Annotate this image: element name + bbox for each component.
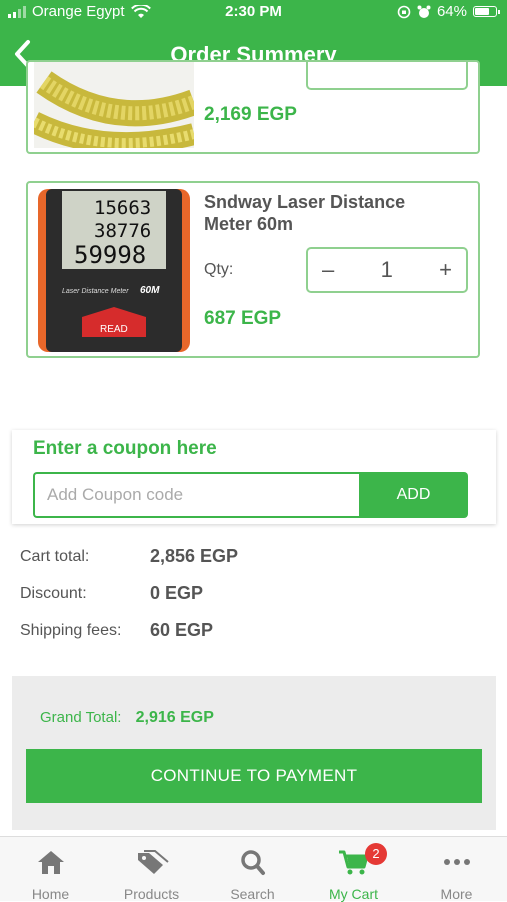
more-icon <box>443 859 470 865</box>
meter-reading-1: 15663 <box>94 197 151 219</box>
cart-item-card: 2,169 EGP <box>26 60 480 154</box>
quantity-stepper[interactable] <box>306 62 468 90</box>
search-icon <box>240 850 265 875</box>
home-icon <box>37 851 64 874</box>
continue-to-payment-button[interactable]: CONTINUE TO PAYMENT <box>26 749 482 803</box>
tab-bar: Home Products Search 2 My Cart More <box>0 836 507 902</box>
grand-total-value: 2,916 EGP <box>135 709 214 726</box>
grand-total-label: Grand Total: <box>40 709 122 726</box>
tab-search[interactable]: Search <box>202 837 303 902</box>
status-bar: Orange Egypt 2:30 PM 64% <box>0 0 507 24</box>
meter-reading-3: 59998 <box>74 241 146 269</box>
product-price: 2,169 EGP <box>204 104 297 125</box>
meter-read-button-label: READ <box>100 324 128 335</box>
meter-caption: Laser Distance Meter <box>62 288 129 295</box>
coupon-title: Enter a coupon here <box>33 438 217 459</box>
meter-range-badge: 60M <box>140 285 160 296</box>
status-right: 64% <box>397 3 500 20</box>
quantity-label: Qty: <box>204 261 234 278</box>
cart-item-card: 15663 38776 59998 Laser Distance Meter 6… <box>26 181 480 358</box>
tab-products[interactable]: Products <box>101 837 202 902</box>
cart-total-label: Cart total: <box>20 548 90 565</box>
tab-my-cart[interactable]: 2 My Cart <box>303 837 404 902</box>
quantity-stepper: – 1 + <box>306 247 468 293</box>
quantity-value: 1 <box>380 257 393 282</box>
discount-label: Discount: <box>20 585 87 602</box>
coupon-input[interactable] <box>33 472 359 518</box>
product-name[interactable]: Sndway Laser Distance Meter 60m <box>204 191 444 235</box>
rope-product-image <box>34 62 194 148</box>
shipping-value: 60 EGP <box>150 620 214 640</box>
product-image[interactable]: 15663 38776 59998 Laser Distance Meter 6… <box>34 189 194 352</box>
shipping-label: Shipping fees: <box>20 622 122 639</box>
battery-icon <box>473 6 500 17</box>
product-price: 687 EGP <box>204 308 282 329</box>
meter-reading-2: 38776 <box>94 220 151 242</box>
discount-value: 0 EGP <box>150 583 204 603</box>
cart-total-value: 2,856 EGP <box>150 546 239 566</box>
laser-meter-image: 15663 38776 59998 Laser Distance Meter 6… <box>34 189 194 352</box>
increase-quantity-button[interactable]: + <box>439 257 452 283</box>
cart-count-badge: 2 <box>365 843 387 865</box>
grand-total-panel: Grand Total: 2,916 EGP CONTINUE TO PAYME… <box>12 676 496 830</box>
tab-more[interactable]: More <box>406 837 507 902</box>
coupon-section: Enter a coupon here ADD <box>12 430 496 524</box>
alarm-icon <box>417 5 431 18</box>
battery-percent: 64% <box>436 3 467 20</box>
add-coupon-button[interactable]: ADD <box>359 472 468 518</box>
tab-home[interactable]: Home <box>0 837 101 902</box>
orientation-lock-icon <box>397 5 411 18</box>
tag-icon <box>137 850 169 874</box>
product-image[interactable] <box>34 62 194 148</box>
grand-total-line: Grand Total: 2,916 EGP <box>40 709 214 727</box>
decrease-quantity-button[interactable]: – <box>322 257 334 283</box>
